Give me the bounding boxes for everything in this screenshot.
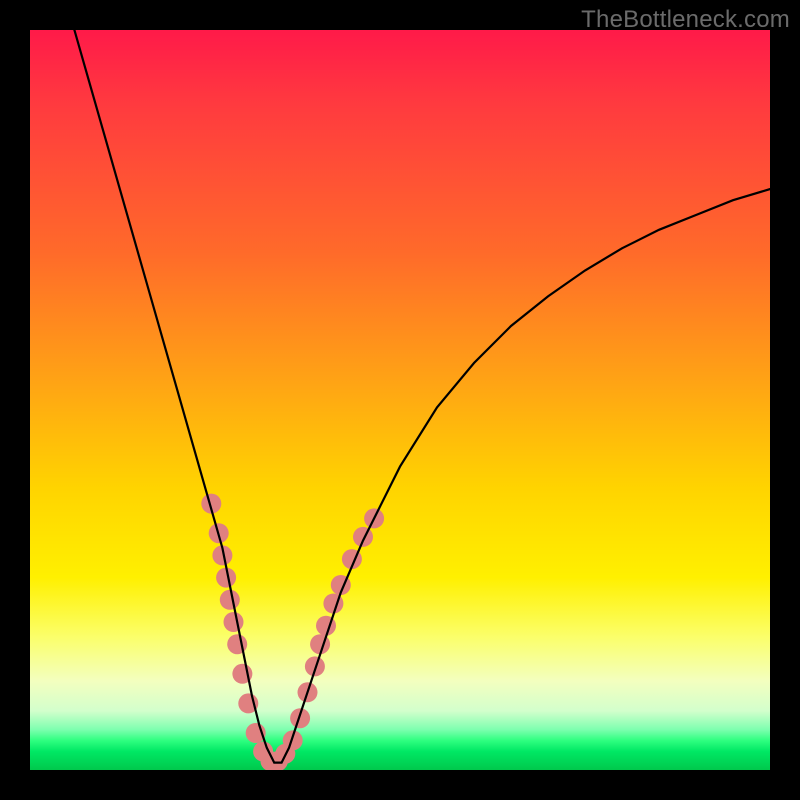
marker-bead [220,590,240,610]
marker-bead [353,527,373,547]
marker-bead [224,612,244,632]
marker-beads [201,494,384,770]
plot-area [30,30,770,770]
marker-bead [227,634,247,654]
chart-svg [30,30,770,770]
outer-frame: TheBottleneck.com [0,0,800,800]
bottleneck-curve [74,30,770,763]
